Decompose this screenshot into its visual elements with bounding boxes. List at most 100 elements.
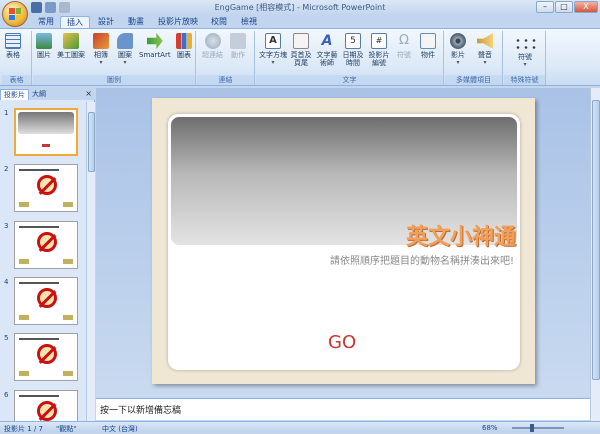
- group-tables: 表格 表格: [2, 31, 32, 85]
- thumb-number: 1: [4, 109, 9, 117]
- sound-icon: [477, 33, 493, 49]
- chart-icon: [176, 33, 192, 49]
- thumb-number: 4: [4, 278, 9, 286]
- zoom-slider[interactable]: [512, 427, 564, 429]
- action-button[interactable]: 動作: [230, 33, 246, 59]
- object-icon: [420, 33, 436, 49]
- chart-button[interactable]: 圖表: [176, 33, 192, 59]
- shapes-button[interactable]: 圖案 ▾: [117, 33, 133, 67]
- status-bar: 投影片 1 / 7 "觀點" 中文 (台灣) 68%: [0, 421, 600, 433]
- group-label: 特殊符號: [504, 75, 545, 85]
- notes-pane[interactable]: 按一下以新增備忘稿: [96, 398, 590, 420]
- datetime-icon: 5: [345, 33, 361, 49]
- group-illustrations: 圖片 美工圖案 相簿 ▾ 圖案 ▾ SmartArt 圖表 圖例: [33, 31, 196, 85]
- clipart-button[interactable]: 美工圖案: [57, 33, 85, 59]
- group-label: 表格: [2, 75, 31, 85]
- thumb-go: [42, 144, 50, 147]
- no-sign-icon: [37, 288, 57, 308]
- slide-title[interactable]: 英文小神通: [406, 219, 516, 251]
- tab-slides[interactable]: 投影片: [0, 88, 29, 100]
- sound-button[interactable]: 聲音 ▾: [477, 33, 493, 67]
- save-icon[interactable]: [31, 2, 42, 13]
- no-sign-icon: [37, 401, 57, 421]
- window-title: EngGame [相容模式] - Microsoft PowerPoint: [214, 3, 386, 12]
- group-label: 連結: [197, 75, 254, 85]
- photo-album-icon: [93, 33, 109, 49]
- group-media: 影片 ▾ 聲音 ▾ 多媒體項目: [445, 31, 503, 85]
- smartart-button[interactable]: SmartArt: [139, 33, 171, 59]
- hyperlink-button[interactable]: 超連結: [202, 33, 223, 59]
- table-button[interactable]: 表格: [5, 33, 21, 59]
- picture-button[interactable]: 圖片: [36, 33, 52, 59]
- header-footer-icon: [293, 33, 309, 49]
- photo-album-button[interactable]: 相簿 ▾: [93, 33, 109, 67]
- special-symbol-icon: [514, 37, 536, 51]
- slide-number-button[interactable]: # 投影片編號: [368, 33, 390, 67]
- picture-icon: [36, 33, 52, 49]
- title-bar: EngGame [相容模式] - Microsoft PowerPoint – …: [0, 0, 600, 15]
- group-text: A 文字方塊 ▾ 頁首及頁尾 A 文字藝術師 5 日期及時間 # 投影片編號 Ω…: [256, 31, 444, 85]
- maximize-button[interactable]: □: [555, 1, 573, 13]
- slide-thumbnail-6[interactable]: [14, 390, 78, 421]
- go-button[interactable]: GO: [328, 332, 356, 353]
- slide-content: 英文小神通 請依照順序把題目的動物名稱拼湊出來吧! GO: [168, 114, 520, 370]
- no-sign-icon: [37, 175, 57, 195]
- thumb-number: 2: [4, 165, 9, 173]
- minimize-button[interactable]: –: [536, 1, 554, 13]
- office-logo-icon: [9, 8, 21, 20]
- zoom-level[interactable]: 68%: [482, 424, 498, 432]
- panel-tabs: 投影片 大綱 ×: [0, 88, 95, 100]
- symbol-icon: Ω: [399, 33, 409, 48]
- header-footer-button[interactable]: 頁首及頁尾: [290, 33, 312, 67]
- ribbon-tabs: 常用 插入 設計 動畫 投影片放映 校閱 檢視: [0, 15, 600, 29]
- special-symbol-button[interactable]: 符號 ▾: [508, 37, 542, 69]
- group-label: 多媒體項目: [445, 75, 502, 85]
- symbol-button[interactable]: Ω 符號: [396, 33, 412, 59]
- undo-icon[interactable]: [45, 2, 56, 13]
- close-button[interactable]: X: [574, 1, 598, 13]
- group-label: 文字: [256, 75, 443, 85]
- movie-button[interactable]: 影片 ▾: [450, 33, 466, 67]
- main-scroll-thumb[interactable]: [592, 100, 600, 380]
- action-icon: [230, 33, 246, 49]
- slide-thumbnail-1[interactable]: [14, 108, 78, 156]
- tab-outline[interactable]: 大綱: [29, 89, 49, 100]
- slide-thumbnail-3[interactable]: [14, 221, 78, 269]
- wordart-button[interactable]: A 文字藝術師: [316, 33, 338, 67]
- thumb-number: 5: [4, 334, 9, 342]
- panel-close-icon[interactable]: ×: [85, 89, 92, 98]
- current-slide[interactable]: 英文小神通 請依照順序把題目的動物名稱拼湊出來吧! GO: [152, 98, 535, 384]
- textbox-icon: A: [265, 33, 281, 49]
- slide-thumbnail-2[interactable]: [14, 164, 78, 212]
- smartart-icon: [146, 33, 163, 49]
- shapes-icon: [117, 33, 133, 49]
- panel-scrollbar[interactable]: [86, 102, 95, 421]
- no-sign-icon: [37, 232, 57, 252]
- slide-thumbnail-4[interactable]: [14, 277, 78, 325]
- window-controls: – □ X: [536, 1, 598, 13]
- group-links: 超連結 動作 連結: [197, 31, 255, 85]
- group-label: 圖例: [33, 75, 195, 85]
- wordart-icon: A: [321, 33, 333, 49]
- main-scrollbar[interactable]: [590, 88, 600, 421]
- slide-subtitle[interactable]: 請依照順序把題目的動物名稱拼湊出來吧!: [330, 252, 514, 267]
- textbox-button[interactable]: A 文字方塊 ▾: [259, 33, 287, 67]
- thumb-number: 3: [4, 222, 9, 230]
- office-button[interactable]: [2, 1, 28, 27]
- quick-access-toolbar: [31, 2, 70, 13]
- movie-icon: [450, 33, 466, 49]
- panel-scroll-thumb[interactable]: [88, 112, 95, 172]
- clipart-icon: [63, 33, 79, 49]
- slide-thumbnail-5[interactable]: [14, 333, 78, 381]
- thumb-number: 6: [4, 391, 9, 399]
- redo-icon[interactable]: [59, 2, 70, 13]
- zoom-slider-knob[interactable]: [530, 424, 534, 432]
- object-button[interactable]: 物件: [420, 33, 436, 59]
- no-sign-icon: [37, 344, 57, 364]
- hyperlink-icon: [204, 33, 221, 49]
- thumb-banner: [18, 112, 74, 134]
- datetime-button[interactable]: 5 日期及時間: [342, 33, 364, 67]
- ribbon: 表格 表格 圖片 美工圖案 相簿 ▾ 圖案 ▾ SmartArt 圖表 圖例 超…: [0, 28, 600, 86]
- slides-panel: 投影片 大綱 × 1 2 3 4 5 6: [0, 88, 95, 421]
- group-special-symbols: 符號 ▾ 特殊符號: [504, 31, 546, 85]
